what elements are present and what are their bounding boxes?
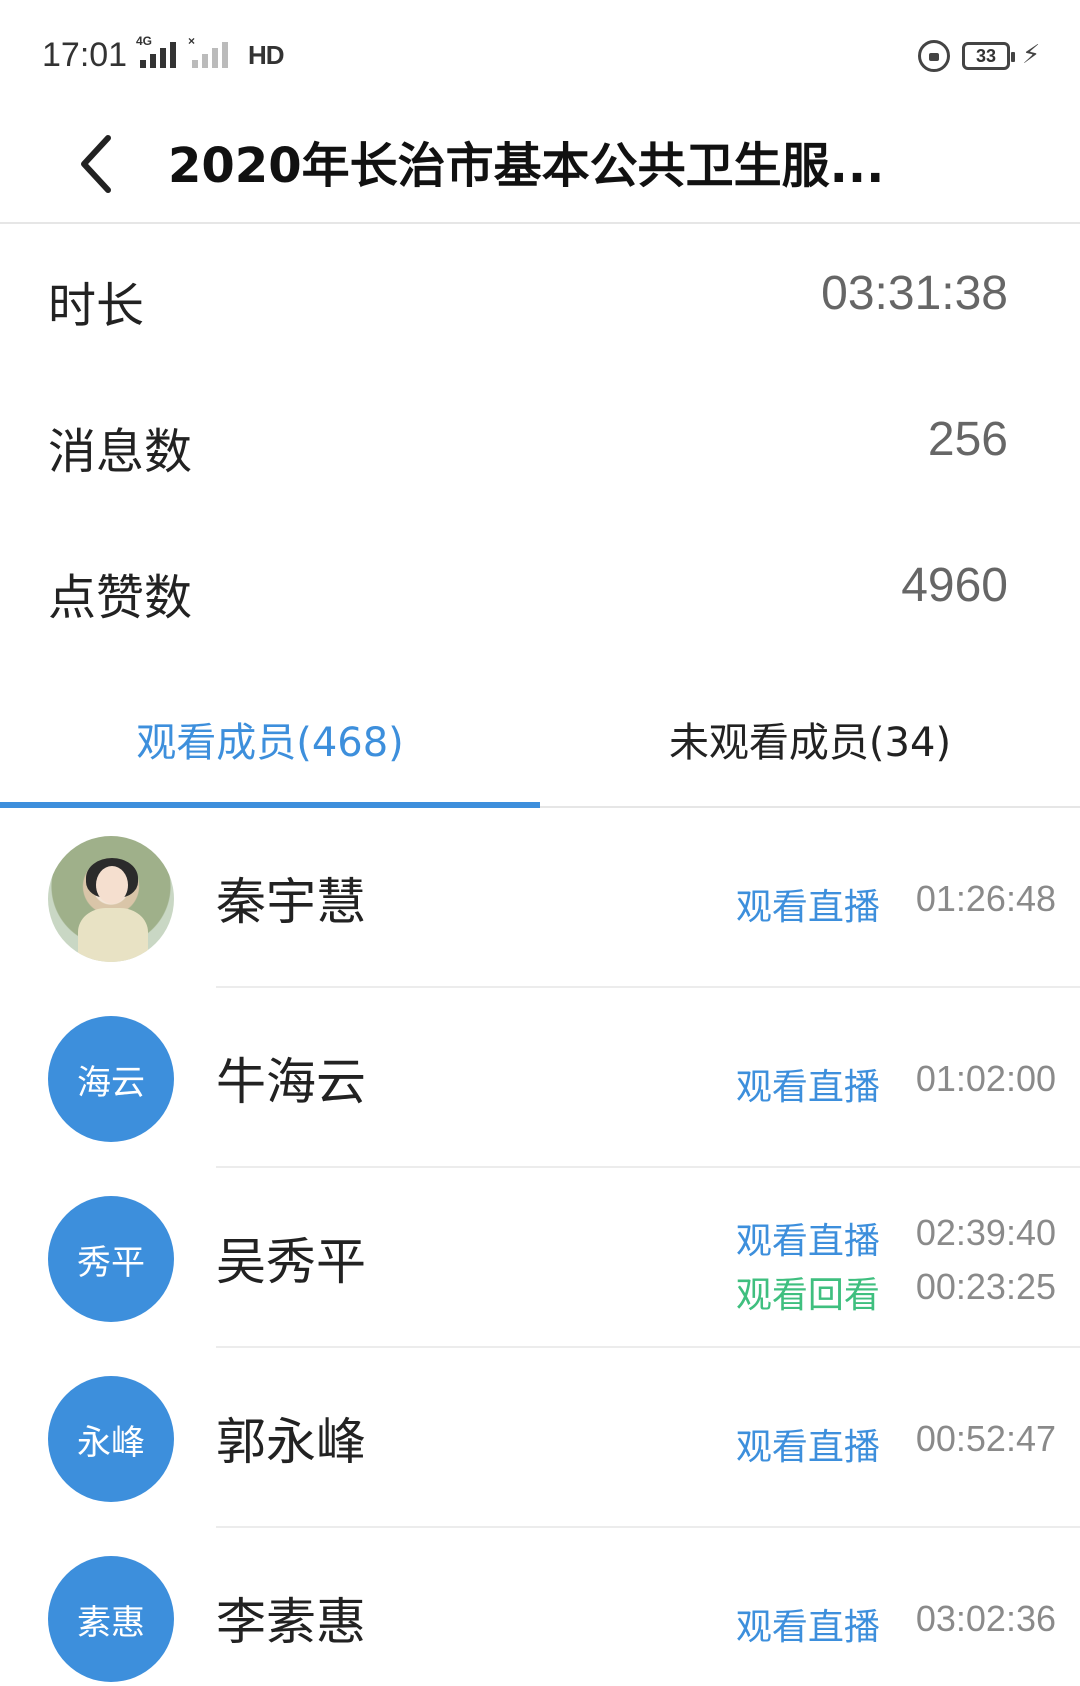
list-item[interactable]: 永峰 郭永峰 观看直播 00:52:47 [0, 1348, 1080, 1528]
watch-record: 观看直播 03:02:36 [736, 1598, 1056, 1650]
tab-unwatched-members[interactable]: 未观看成员(34) [540, 672, 1080, 806]
stat-value: 256 [927, 413, 1008, 466]
charging-icon: ⚡ [1022, 40, 1041, 70]
battery-icon: 33 [962, 42, 1015, 70]
stat-row-duration: 时长 03:31:38 [0, 226, 1080, 372]
stat-value: 4960 [901, 559, 1008, 612]
member-name: 秦宇慧 [216, 873, 366, 931]
stat-value: 03:31:38 [821, 267, 1008, 320]
status-time: 17:01 [42, 36, 128, 74]
watch-time: 03:02:36 [915, 1598, 1056, 1639]
avatar [48, 836, 174, 962]
back-arrow-icon[interactable] [66, 124, 126, 204]
watch-type: 观看回看 [735, 1275, 880, 1316]
stat-row-messages: 消息数 256 [0, 372, 1080, 518]
stat-label: 点赞数 [48, 570, 193, 626]
watch-time: 01:26:48 [915, 878, 1056, 919]
watch-record: 观看直播 01:02:00 [736, 1058, 1056, 1110]
hd-voice-icon: HD [248, 40, 285, 70]
stat-label: 时长 [48, 278, 145, 334]
nav-bar: 2020年长治市基本公共卫生服... [0, 110, 1080, 224]
rotation-lock-icon [918, 40, 950, 72]
stat-label: 消息数 [48, 424, 193, 480]
member-name: 吴秀平 [216, 1233, 366, 1291]
watch-type: 观看直播 [735, 1221, 880, 1262]
stat-row-likes: 点赞数 4960 [0, 518, 1080, 664]
member-name: 牛海云 [216, 1053, 366, 1111]
watch-time: 02:39:40 [915, 1212, 1056, 1253]
avatar: 永峰 [48, 1376, 174, 1502]
watch-record: 观看直播 00:52:47 [736, 1418, 1056, 1470]
watch-type: 观看直播 [735, 1427, 880, 1468]
page-title: 2020年长治市基本公共卫生服... [168, 138, 885, 194]
watch-type: 观看直播 [735, 1067, 880, 1108]
list-item[interactable]: 素惠 李素惠 观看直播 03:02:36 [0, 1528, 1080, 1686]
list-item[interactable]: 秦宇慧 观看直播 01:26:48 [0, 808, 1080, 988]
avatar: 秀平 [48, 1196, 174, 1322]
tab-watched-members[interactable]: 观看成员(468) [0, 672, 540, 808]
list-item[interactable]: 海云 牛海云 观看直播 01:02:00 [0, 988, 1080, 1168]
watch-type: 观看直播 [735, 1607, 880, 1648]
watch-time: 00:52:47 [915, 1418, 1056, 1459]
watch-record: 观看直播 01:26:48 [736, 878, 1056, 930]
list-item[interactable]: 秀平 吴秀平 观看直播 02:39:40 观看回看 00:23:25 [0, 1168, 1080, 1348]
watch-record: 观看直播 02:39:40 [736, 1212, 1056, 1264]
member-name: 郭永峰 [216, 1413, 366, 1471]
watch-time: 00:23:25 [915, 1266, 1056, 1307]
avatar: 素惠 [48, 1556, 174, 1682]
watch-record: 观看回看 00:23:25 [736, 1266, 1056, 1318]
signal-4g-icon: 4G [136, 34, 176, 68]
member-name: 李素惠 [216, 1593, 366, 1651]
watch-type: 观看直播 [735, 887, 880, 928]
member-tabs: 观看成员(468) 未观看成员(34) [0, 672, 1080, 808]
watch-time: 01:02:00 [915, 1058, 1056, 1099]
signal-no-service-icon: × [188, 34, 228, 68]
status-bar: 17:01 4G × HD 33 ⚡ [0, 0, 1080, 110]
avatar: 海云 [48, 1016, 174, 1142]
